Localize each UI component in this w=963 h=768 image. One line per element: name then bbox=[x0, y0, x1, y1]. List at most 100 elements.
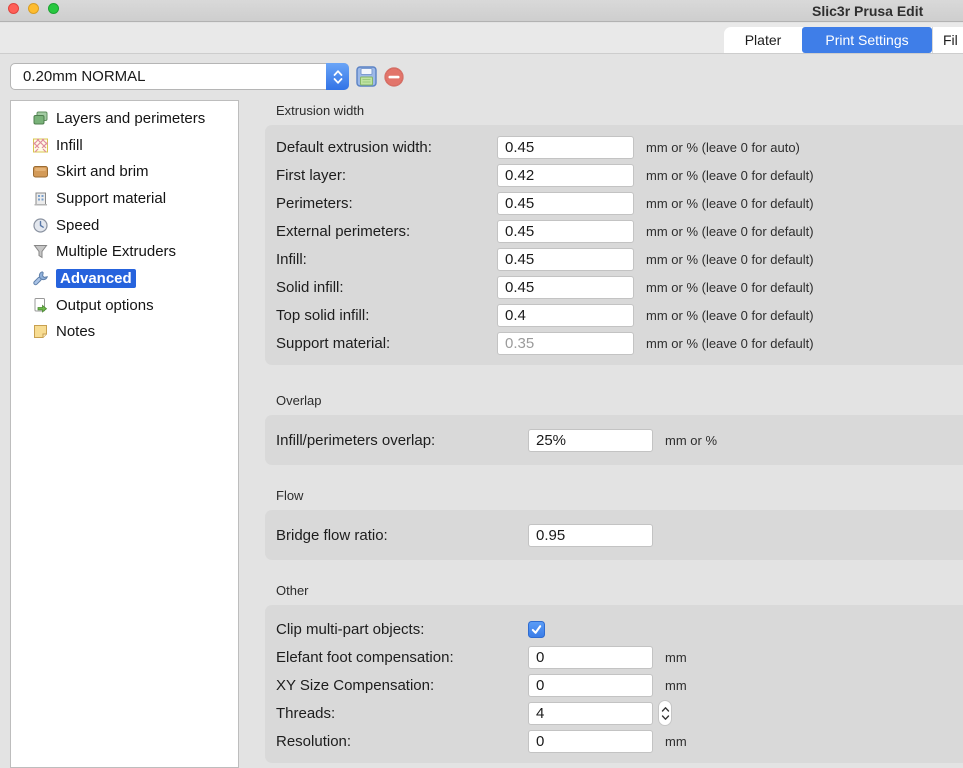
section-box: Clip multi-part objects:Elefant foot com… bbox=[265, 605, 963, 763]
sidebar-item-output-options[interactable]: Output options bbox=[11, 292, 238, 319]
sidebar-item-multiple-extruders[interactable]: Multiple Extruders bbox=[11, 238, 238, 265]
sidebar-item-label: Support material bbox=[56, 190, 166, 207]
unit-hint: mm bbox=[665, 650, 687, 665]
setting-label: Resolution: bbox=[276, 733, 528, 750]
minimize-button[interactable] bbox=[28, 3, 39, 14]
field-perimeters[interactable] bbox=[497, 192, 634, 215]
sidebar-item-label: Advanced bbox=[56, 269, 136, 288]
unit-hint: mm or % (leave 0 for default) bbox=[646, 308, 814, 323]
section-overlap: Overlap Infill/perimeters overlap:mm or % bbox=[265, 393, 963, 465]
unit-hint: mm bbox=[665, 678, 687, 693]
section-title: Extrusion width bbox=[276, 103, 963, 119]
unit-hint: mm or % (leave 0 for default) bbox=[646, 168, 814, 183]
sidebar-item-advanced[interactable]: Advanced bbox=[11, 265, 238, 292]
field-elefant-foot-compensation[interactable] bbox=[528, 646, 653, 669]
section-title: Other bbox=[276, 583, 963, 599]
unit-hint: mm or % (leave 0 for default) bbox=[646, 224, 814, 239]
section-box: Bridge flow ratio: bbox=[265, 510, 963, 560]
infill-icon bbox=[31, 136, 49, 154]
field-threads[interactable] bbox=[528, 702, 653, 725]
field-default-extrusion-width[interactable] bbox=[497, 136, 634, 159]
setting-label: Infill/perimeters overlap: bbox=[276, 432, 528, 449]
stepper-down-icon bbox=[661, 714, 670, 721]
delete-preset-button[interactable] bbox=[383, 66, 405, 88]
sidebar-item-speed[interactable]: Speed bbox=[11, 212, 238, 239]
setting-label: Support material: bbox=[276, 335, 497, 352]
field-infill-perimeters-overlap[interactable] bbox=[528, 429, 653, 452]
sidebar-item-infill[interactable]: Infill bbox=[11, 132, 238, 159]
save-icon bbox=[356, 66, 377, 87]
wrench-icon bbox=[31, 269, 49, 287]
checkbox-clip-multi-part-objects[interactable] bbox=[528, 621, 545, 638]
setting-row: Infill: mm or % (leave 0 for default) bbox=[276, 245, 963, 273]
stepper-up-icon bbox=[661, 706, 670, 713]
sidebar-item-label: Output options bbox=[56, 297, 154, 314]
section-title: Overlap bbox=[276, 393, 963, 409]
field-solid-infill[interactable] bbox=[497, 276, 634, 299]
stepper-threads[interactable] bbox=[658, 700, 672, 726]
setting-row: Clip multi-part objects: bbox=[276, 615, 963, 643]
app-window: Slic3r Prusa Edit PlaterPrint SettingsFi… bbox=[0, 0, 963, 768]
output-icon bbox=[31, 296, 49, 314]
sidebar-item-support-material[interactable]: Support material bbox=[11, 185, 238, 212]
sidebar-item-label: Notes bbox=[56, 323, 95, 340]
sidebar-item-label: Multiple Extruders bbox=[56, 243, 176, 260]
setting-row: Resolution:mm bbox=[276, 727, 963, 755]
layers-icon bbox=[31, 109, 49, 127]
setting-row: External perimeters: mm or % (leave 0 for… bbox=[276, 217, 963, 245]
section-extrusion-width: Extrusion widthDefault extrusion width:m… bbox=[265, 103, 963, 365]
field-top-solid-infill[interactable] bbox=[497, 304, 634, 327]
field-support-material bbox=[497, 332, 634, 355]
field-bridge-flow-ratio[interactable] bbox=[528, 524, 653, 547]
setting-row: Elefant foot compensation:mm bbox=[276, 643, 963, 671]
title-bar: Slic3r Prusa Edit bbox=[0, 0, 963, 22]
support-material-icon bbox=[31, 189, 49, 207]
tab-strip: PlaterPrint SettingsFil bbox=[0, 23, 963, 54]
section-title: Flow bbox=[276, 488, 963, 504]
field-external-perimeters[interactable] bbox=[497, 220, 634, 243]
window-title: Slic3r Prusa Edit bbox=[812, 3, 923, 19]
sidebar-item-label: Skirt and brim bbox=[56, 163, 149, 180]
zoom-button[interactable] bbox=[48, 3, 59, 14]
save-preset-button[interactable] bbox=[355, 66, 377, 88]
close-button[interactable] bbox=[8, 3, 19, 14]
setting-label: Perimeters: bbox=[276, 195, 497, 212]
sidebar-item-layers-and-perimeters[interactable]: Layers and perimeters bbox=[11, 105, 238, 132]
field-first-layer[interactable] bbox=[497, 164, 634, 187]
skirt-brim-icon bbox=[31, 163, 49, 181]
checkmark-icon bbox=[530, 623, 543, 636]
sidebar-item-notes[interactable]: Notes bbox=[11, 319, 238, 346]
preset-select[interactable]: 0.20mm NORMAL bbox=[10, 63, 349, 90]
setting-label: Threads: bbox=[276, 705, 528, 722]
sidebar-item-label: Speed bbox=[56, 217, 99, 234]
field-xy-size-compensation[interactable] bbox=[528, 674, 653, 697]
tab-bar: PlaterPrint SettingsFil bbox=[724, 27, 963, 53]
setting-row: Top solid infill: mm or % (leave 0 for de… bbox=[276, 301, 963, 329]
setting-row: Solid infill:mm or % (leave 0 for defaul… bbox=[276, 273, 963, 301]
setting-label: External perimeters: bbox=[276, 223, 497, 240]
setting-row: Infill/perimeters overlap:mm or % bbox=[276, 429, 963, 452]
field-resolution[interactable] bbox=[528, 730, 653, 753]
setting-label: Solid infill: bbox=[276, 279, 497, 296]
speed-icon bbox=[31, 216, 49, 234]
setting-label: Top solid infill: bbox=[276, 307, 497, 324]
delete-icon bbox=[384, 67, 404, 87]
tab-plater[interactable]: Plater bbox=[724, 27, 802, 53]
notes-icon bbox=[31, 323, 49, 341]
setting-label: First layer: bbox=[276, 167, 497, 184]
sidebar-item-skirt-and-brim[interactable]: Skirt and brim bbox=[11, 158, 238, 185]
setting-row: Perimeters: mm or % (leave 0 for default) bbox=[276, 189, 963, 217]
field-infill[interactable] bbox=[497, 248, 634, 271]
tab-fil[interactable]: Fil bbox=[932, 27, 963, 53]
tab-print-settings[interactable]: Print Settings bbox=[802, 27, 932, 53]
unit-hint: mm or % (leave 0 for auto) bbox=[646, 140, 800, 155]
setting-label: Infill: bbox=[276, 251, 497, 268]
chevron-up-down-icon[interactable] bbox=[326, 63, 349, 90]
preset-row: 0.20mm NORMAL bbox=[10, 63, 405, 90]
preset-value: 0.20mm NORMAL bbox=[23, 68, 146, 85]
settings-tree: Layers and perimetersInfill Skirt and bri… bbox=[10, 100, 239, 768]
unit-hint: mm or % (leave 0 for default) bbox=[646, 252, 814, 267]
unit-hint: mm or % (leave 0 for default) bbox=[646, 196, 814, 211]
setting-row: XY Size Compensation:mm bbox=[276, 671, 963, 699]
section-box: Infill/perimeters overlap:mm or % bbox=[265, 415, 963, 465]
